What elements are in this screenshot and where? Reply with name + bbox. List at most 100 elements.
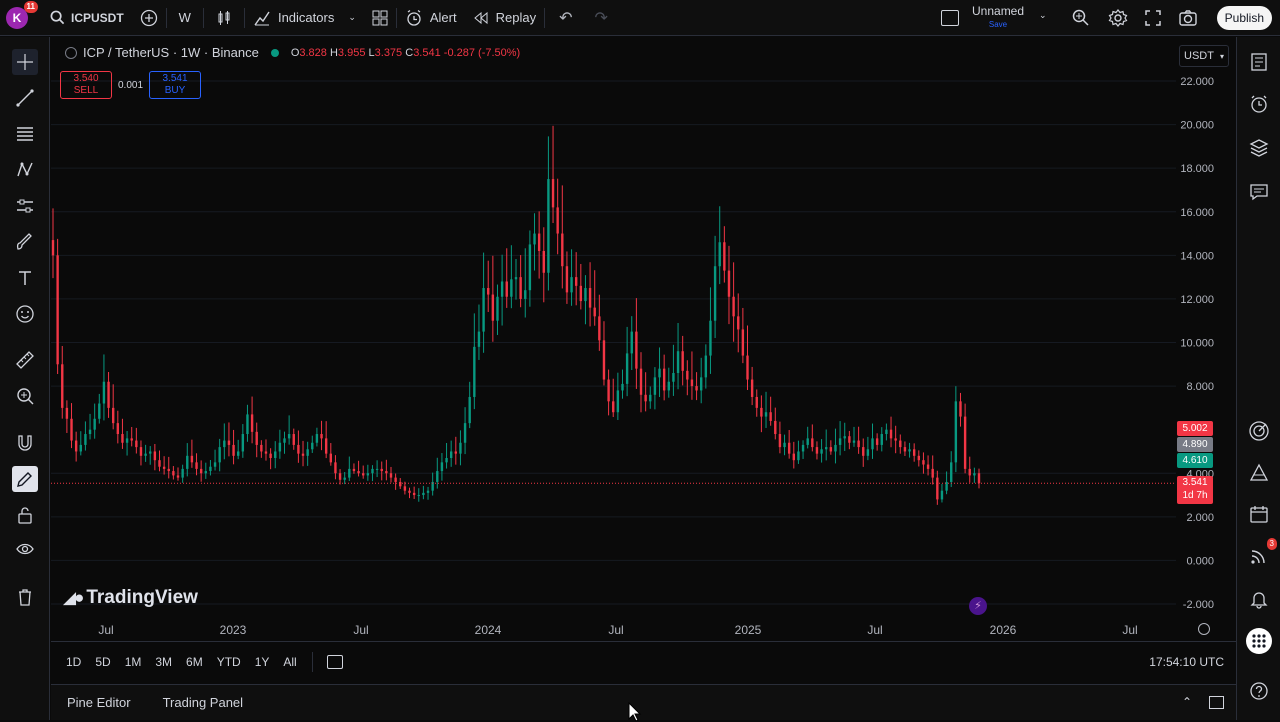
- range-5d[interactable]: 5D: [88, 655, 117, 669]
- chevron-down-icon[interactable]: ⌄: [1039, 10, 1047, 21]
- calendar-button[interactable]: [1246, 501, 1272, 527]
- candle-body-up: [630, 331, 633, 354]
- range-1y[interactable]: 1Y: [248, 655, 277, 669]
- eye-icon[interactable]: [65, 46, 77, 59]
- quick-search-icon[interactable]: [1071, 8, 1091, 28]
- range-ytd[interactable]: YTD: [210, 655, 248, 669]
- candle-body-up: [477, 331, 481, 347]
- undo-button[interactable]: ↶: [545, 0, 586, 36]
- candle-body-down: [746, 355, 749, 380]
- candle-body-down: [232, 444, 235, 456]
- remove-drawings-tool[interactable]: [12, 584, 38, 610]
- price-tick-label: 8.000: [1186, 381, 1214, 393]
- bar-countdown: 1d 7h: [1182, 490, 1208, 501]
- candle-body-down: [227, 440, 231, 445]
- user-avatar[interactable]: K 11: [6, 0, 38, 29]
- notifications-button[interactable]: [1246, 586, 1272, 612]
- fib-tool[interactable]: [12, 121, 38, 147]
- trend-line-tool[interactable]: [12, 85, 38, 111]
- candle-body-down: [574, 277, 578, 286]
- stay-in-drawing-mode-tool[interactable]: [12, 466, 38, 492]
- lock-tool[interactable]: [12, 502, 38, 528]
- range-1d[interactable]: 1D: [59, 655, 88, 669]
- hide-drawings-tool[interactable]: [12, 536, 38, 562]
- maximize-panel-icon[interactable]: [1209, 696, 1224, 709]
- candle-body-down: [875, 438, 879, 445]
- compare-symbol-button[interactable]: [132, 0, 166, 36]
- fullscreen-icon[interactable]: [1143, 8, 1163, 28]
- help-button[interactable]: [1246, 678, 1272, 704]
- chevron-up-icon[interactable]: ⌃: [1182, 695, 1192, 709]
- candle-body-down: [737, 316, 740, 330]
- sell-button[interactable]: 3.540 SELL: [60, 71, 112, 99]
- emoji-tool[interactable]: [12, 301, 38, 327]
- chats-button[interactable]: [1246, 179, 1272, 205]
- candle-body-up: [713, 266, 717, 321]
- zoom-tool[interactable]: [12, 383, 38, 409]
- candle-body-up: [676, 351, 680, 374]
- chart-type-button[interactable]: [204, 0, 244, 36]
- forecast-tool[interactable]: [12, 193, 38, 219]
- candle-body-down: [162, 466, 166, 469]
- target-button[interactable]: [1246, 418, 1272, 444]
- text-tool[interactable]: [12, 265, 38, 291]
- range-3m[interactable]: 3M: [148, 655, 179, 669]
- templates-button[interactable]: [364, 0, 396, 36]
- symbol-search-button[interactable]: ICPUSDT: [42, 0, 132, 36]
- goto-date-icon[interactable]: [326, 654, 343, 669]
- candle-body-up: [144, 453, 147, 456]
- price-chart[interactable]: 22.000 20.000 18.000 16.000 14.000 12.000 10.0…: [51, 37, 1236, 641]
- gear-icon[interactable]: [1108, 8, 1128, 28]
- buy-button[interactable]: 3.541 BUY: [149, 71, 201, 99]
- object-tree-button[interactable]: [1246, 135, 1272, 161]
- axis-settings-icon[interactable]: [1198, 623, 1210, 635]
- ideas-button[interactable]: [1246, 460, 1272, 486]
- pattern-tool[interactable]: [12, 157, 38, 183]
- alert-button[interactable]: Alert: [397, 0, 465, 36]
- layout-window-icon[interactable]: [941, 10, 959, 26]
- range-6m[interactable]: 6M: [179, 655, 210, 669]
- alerts-button[interactable]: [1246, 91, 1272, 117]
- candle-body-up: [700, 377, 703, 391]
- crosshair-tool[interactable]: [12, 49, 38, 75]
- price-label-mid: 4.890: [1177, 437, 1213, 452]
- range-1m[interactable]: 1M: [118, 655, 149, 669]
- candle-body-up: [241, 434, 245, 452]
- lightning-icon[interactable]: ⚡: [969, 597, 987, 615]
- redo-button[interactable]: ↷: [586, 0, 615, 36]
- save-label: Save: [988, 20, 1008, 29]
- publish-button[interactable]: Publish: [1216, 6, 1272, 30]
- news-stream-button[interactable]: 3: [1246, 538, 1277, 569]
- apps-button[interactable]: [1246, 628, 1272, 654]
- candle-body-up: [482, 288, 485, 332]
- chart-pane[interactable]: 22.000 20.000 18.000 16.000 14.000 12.000 10.0…: [51, 37, 1236, 641]
- indicators-button[interactable]: Indicators ⌄: [245, 0, 364, 36]
- tradingview-watermark: ◢● TradingView: [63, 587, 198, 609]
- candle-body-up: [246, 414, 249, 435]
- candle-body-up: [311, 442, 314, 450]
- pine-editor-tab[interactable]: Pine Editor: [51, 695, 147, 710]
- camera-icon[interactable]: [1178, 8, 1198, 28]
- candle-body-up: [445, 457, 448, 463]
- candle-body-up: [625, 353, 629, 384]
- magnet-tool[interactable]: [12, 430, 38, 456]
- watchlist-button[interactable]: [1246, 49, 1272, 75]
- time-tick-label: Jul: [1122, 623, 1137, 637]
- utc-clock[interactable]: 17:54:10 UTC: [1149, 655, 1224, 669]
- layout-name-button[interactable]: Unnamed Save: [972, 5, 1024, 31]
- interval-button[interactable]: W: [167, 0, 203, 36]
- trend-line-icon: [16, 89, 34, 107]
- candle-body-down: [172, 471, 175, 476]
- candle-body-up: [283, 438, 286, 443]
- last-price-value: 3.541: [1182, 477, 1208, 488]
- currency-selector[interactable]: USDT ▾: [1179, 45, 1229, 67]
- trash-icon: [19, 589, 31, 606]
- market-status-dot: [270, 48, 279, 57]
- brush-tool[interactable]: [12, 229, 38, 255]
- candle-body-down: [750, 379, 754, 397]
- replay-button[interactable]: Replay: [465, 0, 544, 36]
- legend-title[interactable]: ICP / TetherUS · 1W · Binance: [83, 45, 259, 60]
- range-all[interactable]: All: [276, 655, 303, 669]
- trading-panel-tab[interactable]: Trading Panel: [147, 695, 259, 710]
- ruler-tool[interactable]: [12, 347, 38, 373]
